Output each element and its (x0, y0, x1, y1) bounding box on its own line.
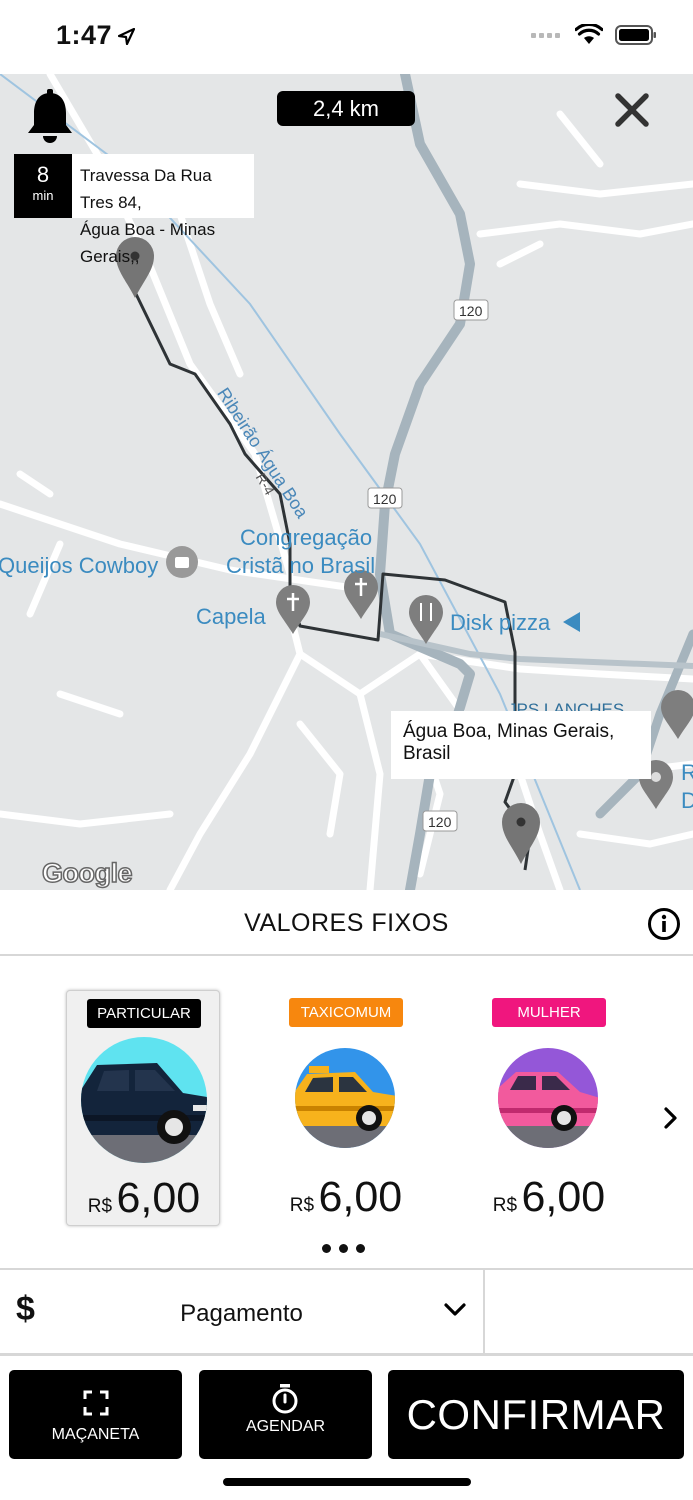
map-view[interactable]: Ribeirão Água Boa R-4 120 120 120 Congre… (0, 74, 693, 890)
origin-address: Travessa Da Rua Tres 84, Água Boa - Mina… (72, 154, 254, 266)
payment-label: Pagamento (180, 1300, 303, 1327)
page-dot (322, 1244, 331, 1253)
restaurant-pin-icon-2 (661, 690, 693, 739)
home-indicator (223, 1478, 471, 1486)
route-shield-label: 120 (428, 814, 452, 830)
origin-address-line1: Travessa Da Rua Tres 84, (80, 166, 212, 212)
car-pink-icon (498, 1048, 598, 1148)
price-value: 6,00 (521, 1173, 606, 1221)
route-shield-label: 120 (373, 491, 397, 507)
chevron-down-icon (444, 1303, 466, 1316)
poi-edge-r: R (681, 760, 693, 785)
route-shield-label: 120 (459, 303, 483, 319)
info-icon (648, 908, 680, 940)
notification-bell-button[interactable] (27, 89, 73, 150)
handle-label: MAÇANETA (51, 1426, 140, 1443)
category-card-particular[interactable]: PARTICULAR R$ 6,00 (66, 990, 220, 1226)
chevron-right-icon (664, 1107, 677, 1129)
category-card-mulher[interactable]: MULHER R$ 6,00 (472, 990, 626, 1226)
poi-queijos: Queijos Cowboy (0, 553, 159, 578)
category-price: R$ 6,00 (67, 1174, 221, 1223)
google-logo: Google (41, 857, 133, 889)
car-dark-icon (81, 1037, 207, 1163)
poi-congregacao-line1: Congregação (240, 525, 373, 550)
poi-disk-pizza: Disk pizza (450, 610, 551, 635)
payment-row: $ Pagamento (0, 1268, 693, 1356)
destination-address: Água Boa, Minas Gerais, Brasil (403, 721, 615, 764)
eta-value: 8 (36, 162, 50, 187)
shopping-pin-icon (166, 546, 198, 578)
location-arrow-icon (118, 28, 135, 45)
schedule-label: AGENDAR (245, 1418, 326, 1435)
expand-icon (83, 1390, 109, 1416)
bell-icon (28, 89, 72, 143)
taxi-icon (295, 1048, 395, 1148)
category-badge: TAXICOMUM (289, 998, 403, 1027)
poi-congregacao-line2: Cristã no Brasil (226, 553, 376, 578)
category-price: R$ 6,00 (472, 1173, 626, 1222)
distance-badge: 2,4 km (277, 91, 415, 126)
restaurant-pin-icon (409, 595, 443, 644)
eta-unit: min (32, 188, 54, 203)
price-currency: R$ (87, 1196, 113, 1217)
origin-address-line2: Água Boa - Minas Gerais,, (80, 220, 216, 266)
pizza-flag-icon (563, 612, 580, 632)
schedule-button[interactable]: AGENDAR (199, 1370, 372, 1459)
next-categories-button[interactable] (662, 1105, 680, 1136)
signal-icon (531, 32, 560, 38)
stopwatch-icon (272, 1384, 298, 1414)
panel-header: VALORES FIXOS (0, 890, 693, 956)
close-button[interactable] (610, 88, 654, 137)
price-currency: R$ (289, 1195, 315, 1216)
panel-title: VALORES FIXOS (244, 909, 449, 937)
price-value: 6,00 (318, 1173, 403, 1221)
confirm-button[interactable]: CONFIRMAR (388, 1370, 684, 1459)
status-time: 1:47 (56, 20, 113, 50)
price-currency: R$ (492, 1195, 518, 1216)
status-bar: 1:47 (0, 0, 693, 74)
price-value: 6,00 (116, 1174, 201, 1222)
poi-capela: Capela (196, 604, 266, 629)
handle-button[interactable]: MAÇANETA (9, 1370, 182, 1459)
category-badge: PARTICULAR (87, 999, 201, 1028)
page-dot (356, 1244, 365, 1253)
category-card-taxicomum[interactable]: TAXICOMUM R$ 6,00 (269, 990, 423, 1226)
origin-address-card[interactable]: 8 min Travessa Da Rua Tres 84, Água Boa … (14, 154, 254, 266)
destination-address-card[interactable]: Água Boa, Minas Gerais, Brasil (391, 711, 651, 779)
category-price: R$ 6,00 (269, 1173, 423, 1222)
page-dot (339, 1244, 348, 1253)
payment-selector[interactable]: $ Pagamento (0, 1270, 485, 1355)
wifi-icon (575, 24, 603, 44)
eta-box: 8 min (14, 154, 72, 218)
close-icon (615, 93, 649, 127)
category-badge: MULHER (492, 998, 606, 1027)
battery-icon (615, 24, 656, 45)
poi-edge-d: D (681, 788, 693, 813)
info-button[interactable] (647, 907, 681, 946)
page-indicator (322, 1244, 365, 1253)
destination-pin-icon (502, 803, 540, 864)
